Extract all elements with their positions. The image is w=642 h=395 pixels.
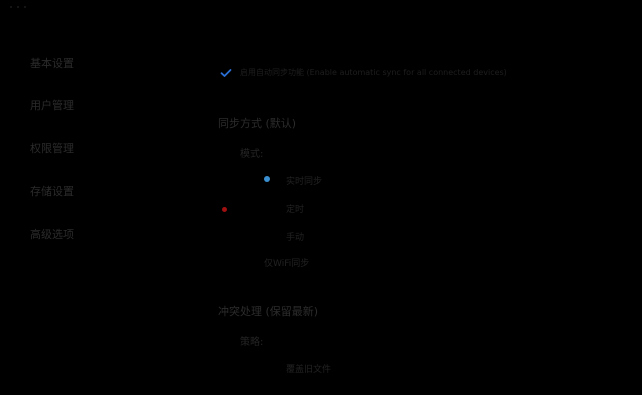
sidebar-item-advanced[interactable]: 高级选项 — [30, 226, 74, 242]
sync-mode-title: 同步方式 (默认) — [218, 117, 297, 130]
option-realtime[interactable]: 实时同步 — [286, 174, 322, 187]
red-dot-icon — [222, 207, 227, 212]
auto-sync-row[interactable]: 启用自动同步功能 (Enable automatic sync for all … — [220, 67, 507, 78]
option-overwrite[interactable]: 覆盖旧文件 — [286, 362, 331, 375]
auto-sync-label: 启用自动同步功能 (Enable automatic sync for all … — [240, 68, 507, 77]
check-icon[interactable] — [220, 68, 232, 78]
conflict-sub-label: 策略: — [240, 337, 264, 348]
option-scheduled[interactable]: 定时 — [286, 202, 304, 215]
settings-panel: 启用自动同步功能 (Enable automatic sync for all … — [200, 0, 640, 395]
sidebar-item-basic[interactable]: 基本设置 — [30, 55, 74, 71]
app-window: 基本设置 用户管理 权限管理 存储设置 高级选项 启用自动同步功能 (Enabl… — [0, 0, 642, 395]
sync-mode-sub-label: 模式: — [240, 149, 264, 160]
sidebar-item-storage[interactable]: 存储设置 — [30, 183, 74, 199]
radio-dot-icon[interactable] — [264, 176, 270, 182]
sidebar-item-permissions[interactable]: 权限管理 — [30, 140, 74, 156]
option-manual[interactable]: 手动 — [286, 230, 304, 243]
sidebar: 基本设置 用户管理 权限管理 存储设置 高级选项 — [0, 0, 130, 395]
conflict-title: 冲突处理 (保留最新) — [218, 305, 319, 318]
option-wifi-only[interactable]: 仅WiFi同步 — [264, 256, 309, 269]
sidebar-item-users[interactable]: 用户管理 — [30, 97, 74, 113]
